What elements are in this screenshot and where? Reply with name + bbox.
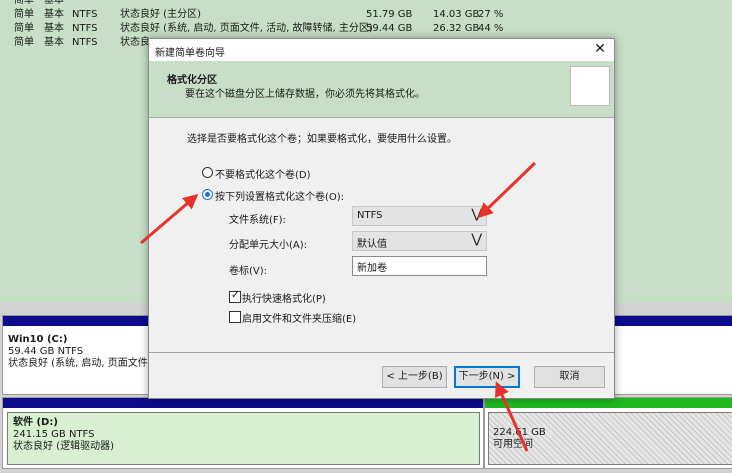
partition-name: Win10 (C:) [8, 334, 68, 345]
compression-label[interactable]: 启用文件和文件夹压缩(E) [242, 310, 356, 325]
cancel-button[interactable]: 取消 [534, 366, 605, 388]
format-radio[interactable] [202, 189, 213, 200]
wizard-header: 格式化分区 要在这个磁盘分区上储存数据，你必须先将其格式化。 [149, 61, 614, 118]
layout-cell: 简单 [14, 37, 34, 48]
status-cell: 状态良 [120, 37, 150, 48]
partition-status: 状态良好 (逻辑驱动器) [13, 441, 114, 452]
allocation-value: 默认值 [357, 239, 387, 250]
chevron-down-icon: ⋁ [471, 232, 482, 247]
pct-cell: 27 % [478, 9, 504, 20]
close-icon[interactable]: ✕ [592, 41, 608, 57]
filesystem-label: 文件系统(F): [229, 215, 286, 226]
partition-status: 状态良好 (系统, 启动, 页面文件, 活 [8, 358, 165, 369]
volume-label-label: 卷标(V): [229, 266, 268, 277]
type-cell: 基本 [44, 9, 64, 20]
layout-cell: 简单 [14, 23, 34, 34]
allocation-select[interactable]: 默认值 ⋁ [352, 231, 487, 251]
partition-d[interactable]: 软件 (D:) 241.15 GB NTFS 状态良好 (逻辑驱动器) [2, 397, 484, 469]
footer-divider [149, 352, 614, 353]
quick-format-checkbox[interactable]: ✓ [229, 290, 241, 303]
layout-cell: 简单 [14, 9, 34, 20]
free-size: 224.61 GB [493, 427, 546, 438]
fs-cell: NTFS [72, 37, 98, 48]
header-description: 要在这个磁盘分区上储存数据，你必须先将其格式化。 [185, 89, 425, 100]
prompt-text: 选择是否要格式化这个卷；如果要格式化，要使用什么设置。 [187, 134, 457, 145]
free-status: 可用空间 [493, 439, 533, 450]
dialog-title: 新建简单卷向导 [155, 48, 225, 59]
free-cell: 14.03 GB [433, 9, 480, 20]
volume-row[interactable]: 简单 基本 NTFS 状态良好 (系统, 启动, 页面文件, 活动, 故障转储,… [0, 22, 732, 36]
wizard-logo [570, 66, 610, 106]
check-icon: ✓ [231, 290, 240, 301]
pct-cell: 44 % [478, 23, 504, 34]
type-cell: 基本 [44, 0, 64, 6]
status-cell: 状态良好 (主分区) [120, 9, 201, 20]
free-space-bar [485, 398, 732, 408]
partition-size: 241.15 GB NTFS [13, 429, 95, 440]
logical-partition-bar [3, 398, 483, 408]
filesystem-select[interactable]: NTFS ⋁ [352, 206, 487, 226]
next-button[interactable]: 下一步(N) > [454, 366, 520, 388]
volume-row[interactable]: 简单 基本 [0, 0, 732, 8]
partition-name: 软件 (D:) [13, 417, 58, 428]
volume-label-input[interactable] [353, 257, 482, 275]
header-title: 格式化分区 [167, 75, 217, 86]
volume-label-field [352, 256, 487, 276]
quick-format-label[interactable]: 执行快速格式化(P) [242, 290, 326, 305]
allocation-label: 分配单元大小(A): [229, 240, 308, 251]
back-button[interactable]: < 上一步(B) [382, 366, 447, 388]
format-label[interactable]: 按下列设置格式化这个卷(O): [215, 188, 344, 203]
filesystem-value: NTFS [357, 210, 383, 221]
chevron-down-icon: ⋁ [471, 207, 482, 222]
capacity-cell: 59.44 GB [366, 23, 413, 34]
free-cell: 26.32 GB [433, 23, 480, 34]
volume-row[interactable]: 简单 基本 NTFS 状态良好 (主分区) 51.79 GB 14.03 GB … [0, 8, 732, 22]
no-format-label[interactable]: 不要格式化这个卷(D) [215, 166, 311, 181]
new-simple-volume-wizard: 新建简单卷向导 ✕ 格式化分区 要在这个磁盘分区上储存数据，你必须先将其格式化。… [148, 38, 615, 399]
status-cell: 状态良好 (系统, 启动, 页面文件, 活动, 故障转储, 主分区) [120, 23, 373, 34]
fs-cell: NTFS [72, 9, 98, 20]
free-space-partition[interactable]: 224.61 GB 可用空间 [484, 397, 732, 469]
partition-size: 59.44 GB NTFS [8, 346, 84, 357]
no-format-radio[interactable] [202, 167, 213, 178]
type-cell: 基本 [44, 37, 64, 48]
title-bar: 新建简单卷向导 ✕ [149, 39, 614, 61]
type-cell: 基本 [44, 23, 64, 34]
layout-cell: 简单 [14, 0, 34, 6]
compression-checkbox[interactable] [229, 311, 241, 323]
capacity-cell: 51.79 GB [366, 9, 413, 20]
fs-cell: NTFS [72, 23, 98, 34]
